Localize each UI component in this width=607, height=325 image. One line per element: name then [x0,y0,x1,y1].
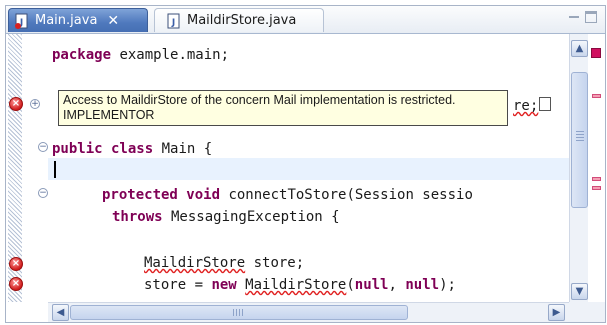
grip-icon [233,309,245,316]
tab-label: Main.java [35,13,98,28]
expand-fold-icon[interactable]: + [30,99,40,109]
vertical-ruler: × + − − × × [6,34,48,302]
code-line: store = new MaildirStore(null, null); [144,277,456,293]
code-line: re; [513,96,552,116]
horizontal-scroll-thumb[interactable] [70,305,408,320]
java-file-icon: J [15,13,29,29]
window-controls [568,11,597,23]
tooltip-message: Access to MaildirStore of the concern Ma… [63,93,456,107]
scroll-left-icon[interactable]: ◀ [52,304,69,321]
maximize-icon[interactable] [585,11,597,23]
close-tab-icon[interactable]: ✕ [107,13,119,29]
current-line-highlight [48,158,569,180]
collapse-fold-icon[interactable]: − [38,142,48,152]
code-line: package example.main; [52,47,230,63]
restriction-tooltip: Access to MaildirStore of the concern Ma… [58,90,508,126]
java-file-icon: J [167,13,181,29]
code-line: public class Main { [52,141,213,157]
overview-error-mark[interactable] [592,177,601,181]
editor-tab-bar: J Main.java ✕ J MaildirStore.java [6,6,605,34]
vertical-scroll-thumb[interactable] [571,72,588,208]
error-marker-icon[interactable]: × [9,277,23,291]
overview-ruler [588,34,605,302]
scrollbar-corner [569,302,605,322]
tab-label: MaildirStore.java [187,13,297,28]
ruler-footer [6,302,48,322]
grip-icon [576,131,584,143]
vertical-scrollbar[interactable]: ▲ ▼ [569,34,589,302]
error-summary-icon[interactable] [591,48,601,58]
overview-error-mark[interactable] [592,186,601,190]
error-marker-icon[interactable]: × [9,257,23,271]
overview-error-mark[interactable] [592,94,601,98]
minimize-icon[interactable] [568,11,580,23]
code-line: throws MessagingException { [112,209,340,225]
code-area[interactable]: package example.main; re; public class M… [48,34,569,302]
error-marker-icon[interactable]: × [9,97,23,111]
code-line: MaildirStore store; [144,255,305,271]
tab-maildirstore-java[interactable]: J MaildirStore.java [154,8,324,32]
scroll-down-icon[interactable]: ▼ [571,283,588,300]
code-line: protected void connectToStore(Session se… [102,187,473,203]
collapse-fold-icon[interactable]: − [38,188,48,198]
tab-main-java[interactable]: J Main.java ✕ [8,8,148,32]
scroll-up-icon[interactable]: ▲ [571,40,588,57]
java-editor: J Main.java ✕ J MaildirStore.java × + − [5,5,606,323]
horizontal-scrollbar[interactable]: ◀ ▶ [48,302,569,322]
svg-text:J: J [171,18,175,28]
tooltip-role: IMPLEMENTOR [63,108,155,122]
scroll-right-icon[interactable]: ▶ [548,304,565,321]
text-caret [54,161,56,178]
